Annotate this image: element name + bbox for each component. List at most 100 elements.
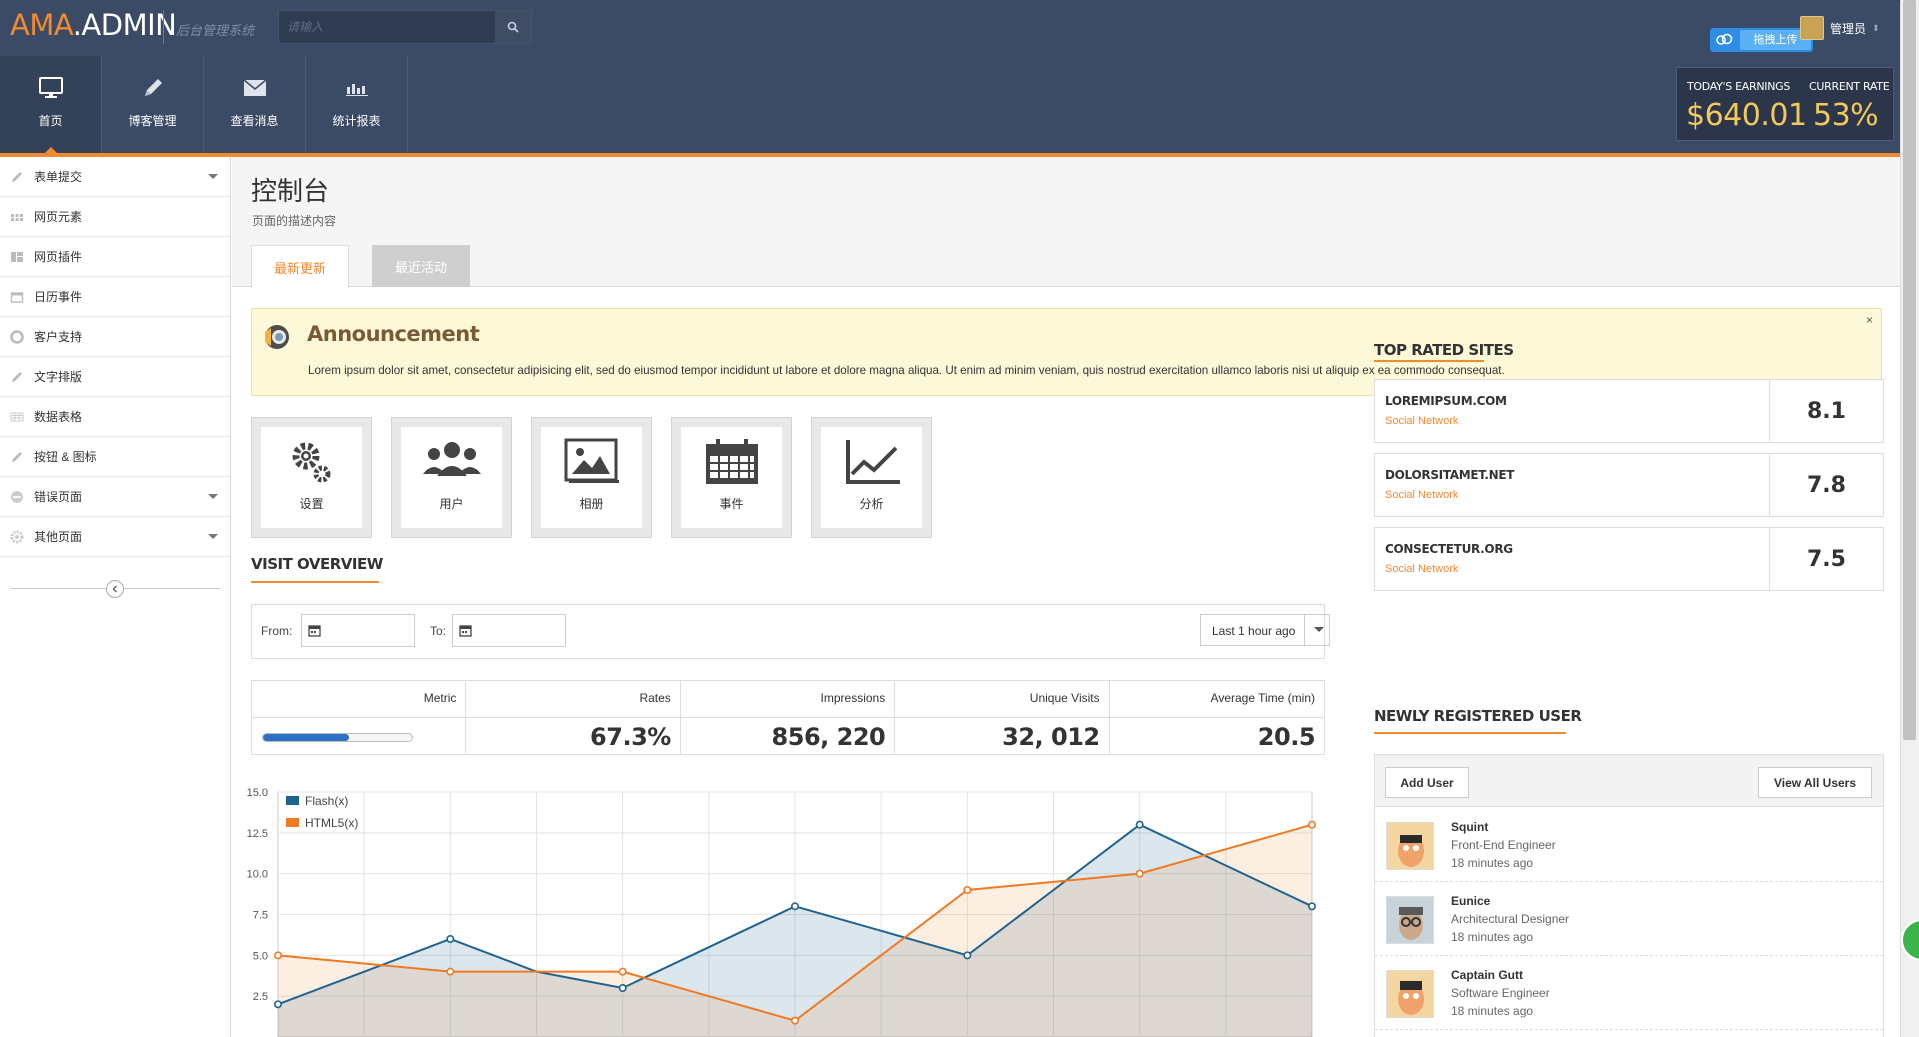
shortcut-gallery[interactable]: 相册 [531,417,652,538]
pictures-icon [564,438,619,483]
avatar [1386,896,1434,944]
rate-label: CURRENT RATE [1809,80,1890,93]
add-user-button[interactable]: Add User [1385,767,1469,798]
tab-latest-updates[interactable]: 最新更新 [251,245,349,288]
sidebar-item-buttons-icons[interactable]: 按钮 & 图标 [0,437,230,477]
sidebar-item-label: 数据表格 [34,410,83,424]
shortcut-label: 分析 [859,497,884,511]
search-button[interactable] [495,11,531,43]
site-category[interactable]: Social Network [1385,415,1458,427]
gears-icon [292,442,330,483]
lifebuoy-icon [10,329,24,344]
calendar-icon [705,439,758,484]
from-date-input[interactable] [301,614,415,647]
shortcut-label: 设置 [299,497,324,511]
sidebar-item-label: 文字排版 [34,370,83,384]
user-list-item[interactable]: Eunice Architectural Designer 18 minutes… [1375,882,1883,956]
site-score: 7.5 [1769,528,1883,590]
shortcut-events[interactable]: 事件 [671,417,792,538]
announcement-body: Lorem ipsum dolor sit amet, consectetur … [308,364,1505,377]
floating-widget-button[interactable] [1900,918,1919,962]
unique-visits-column: Unique Visits 32, 012 [895,681,1110,754]
to-date-input[interactable] [452,614,566,647]
shortcut-users[interactable]: 用户 [391,417,512,538]
calendar-icon [308,625,321,637]
site-item[interactable]: DOLORSITAMET.NET Social Network 7.8 [1374,453,1884,517]
search-input[interactable] [279,11,495,43]
progress-fill [263,734,350,741]
shortcut-tile: 用户 [401,427,502,528]
chevron-updown-icon: ⬍ [1872,22,1880,33]
data-point [790,1016,799,1025]
pencil-icon [12,171,22,182]
site-item[interactable]: LOREMIPSUM.COM Social Network 8.1 [1374,379,1884,443]
user-name[interactable]: Captain Gutt [1451,968,1523,982]
site-item[interactable]: CONSECTETUR.ORG Social Network 7.5 [1374,527,1884,591]
main-content: 控制台 页面的描述内容 最新更新 最近活动 Announcement Lorem… [232,157,1900,1037]
scrollbar-thumb[interactable] [1903,0,1916,740]
rates-value: 67.3% [590,723,671,751]
close-icon[interactable]: × [1866,313,1873,327]
nav-item-reports[interactable]: 统计报表 [306,56,408,153]
envelope-icon [242,79,267,96]
sidebar-item-calendar[interactable]: 日历事件 [0,277,230,317]
sidebar-item-elements[interactable]: 网页元素 [0,197,230,237]
data-point [273,951,282,960]
metrics-table: Metric Rates 67.3% Impressions 856, 220 … [251,680,1325,755]
calendar-icon [10,291,24,303]
sidebar-item-other-pages[interactable]: 其他页面 [0,517,230,557]
sidebar-item-forms[interactable]: 表单提交 [0,157,230,197]
site-category[interactable]: Social Network [1385,489,1458,501]
shortcut-tile: 事件 [681,427,782,528]
brush-icon [12,451,22,462]
view-all-users-button[interactable]: View All Users [1758,767,1872,798]
nav-item-messages[interactable]: 查看消息 [204,56,306,153]
data-point [1308,820,1317,829]
sidebar-item-support[interactable]: 客户支持 [0,317,230,357]
sidebar-item-error-pages[interactable]: 错误页面 [0,477,230,517]
site-score: 8.1 [1769,380,1883,442]
shortcut-analytics[interactable]: 分析 [811,417,932,538]
sidebar-item-typography[interactable]: 文字排版 [0,357,230,397]
y-tick-label: 5.0 [253,950,268,962]
grid-icon [11,213,23,221]
user-list-item[interactable]: Squint Front-End Engineer 18 minutes ago [1375,808,1883,882]
user-time: 18 minutes ago [1451,856,1534,870]
sidebar-item-plugins[interactable]: 网页插件 [0,237,230,277]
heading-underline [1374,732,1566,734]
site-name: CONSECTETUR.ORG [1385,542,1513,556]
site-category[interactable]: Social Network [1385,563,1458,575]
column-header: Rates [639,691,671,705]
tab-recent-activity[interactable]: 最近活动 [372,245,470,287]
user-list-item[interactable]: Captain Gutt Software Engineer 18 minute… [1375,956,1883,1030]
y-tick-label: 15.0 [247,787,268,799]
nav-item-home[interactable]: 首页 [0,56,102,153]
user-menu[interactable]: 管理员 ⬍ [1800,14,1896,42]
user-name[interactable]: Eunice [1451,894,1490,908]
sidebar: 表单提交 网页元素 网页插件 日历事件 客户支持 文字排版 数据表格 按钮 & … [0,157,231,1037]
sidebar-collapse-button[interactable] [106,580,124,598]
new-users-panel: Add User View All Users Squint Front-End… [1374,754,1884,1037]
average-time-value: 20.5 [1257,723,1316,751]
logo[interactable]: AMA.ADMIN [10,8,177,42]
data-point [1135,869,1144,878]
chevron-down-icon [208,494,218,499]
visit-chart: 2.5 5.0 7.5 10.0 12.5 15.0 Flash(x) HTML5(x) [247,787,1317,1037]
data-point [446,967,455,976]
upload-button[interactable]: 拖拽上传 [1710,28,1813,52]
main-nav: 首页 博客管理 查看消息 统计报表 [0,56,408,153]
sidebar-item-tables[interactable]: 数据表格 [0,397,230,437]
shortcut-settings[interactable]: 设置 [251,417,372,538]
nav-item-blog[interactable]: 博客管理 [102,56,204,153]
user-time: 18 minutes ago [1451,1004,1534,1018]
time-range-select[interactable]: Last 1 hour ago [1200,614,1330,646]
user-name[interactable]: Squint [1451,820,1488,834]
time-range-value: Last 1 hour ago [1212,624,1296,638]
divider [895,717,1109,718]
to-label: To: [430,624,447,638]
sidebar-item-label: 网页元素 [34,210,83,224]
shortcut-label: 事件 [719,497,744,511]
page-title: 控制台 [251,177,330,207]
user-role: Software Engineer [1451,986,1550,1000]
chevron-down-icon [208,174,218,179]
